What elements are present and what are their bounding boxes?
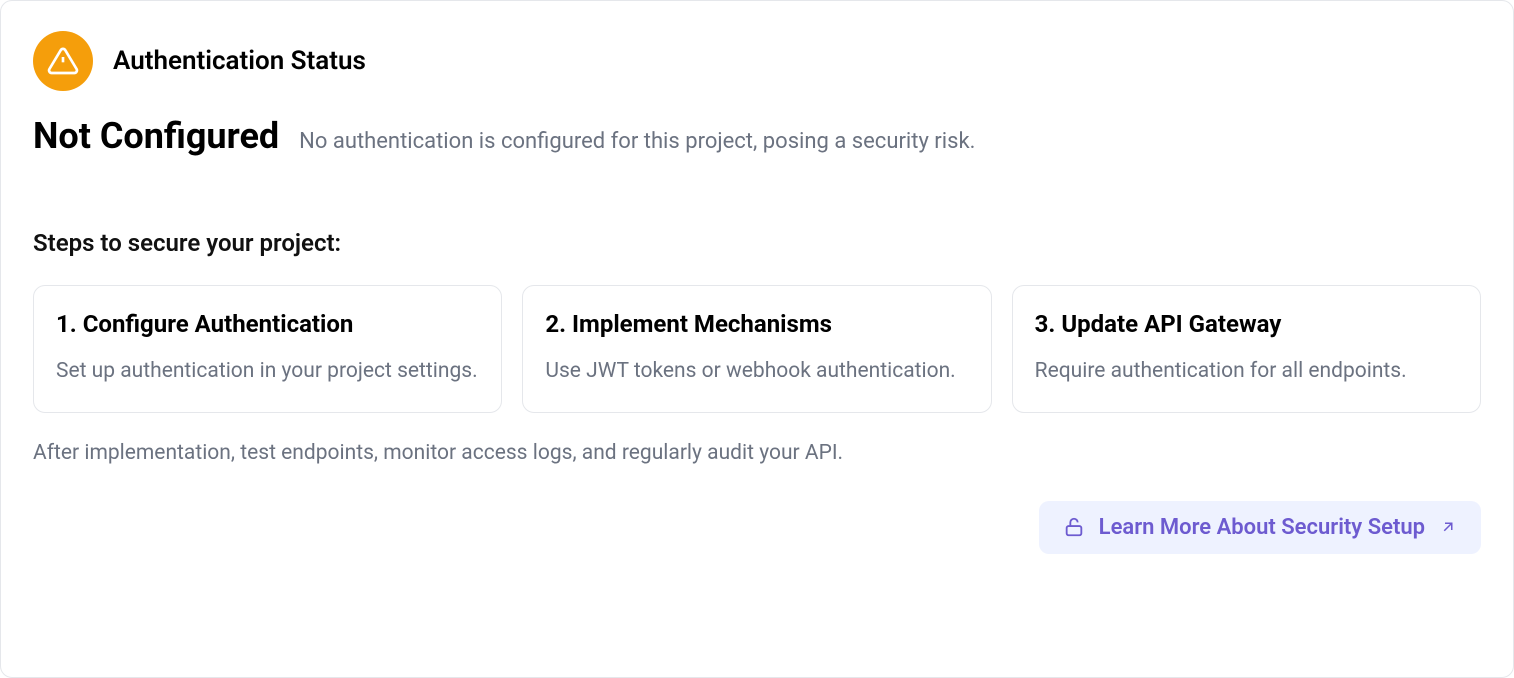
lock-icon [1063, 516, 1085, 538]
step-description: Require authentication for all endpoints… [1035, 356, 1458, 388]
status-label: Not Configured [33, 115, 279, 157]
action-row: Learn More About Security Setup [33, 501, 1481, 554]
step-card: 2. Implement Mechanisms Use JWT tokens o… [522, 285, 991, 413]
steps-title: Steps to secure your project: [33, 229, 1481, 257]
alert-icon-container [33, 31, 93, 91]
status-row: Not Configured No authentication is conf… [33, 115, 1481, 157]
card-header: Authentication Status [33, 31, 1481, 91]
auth-status-card: Authentication Status Not Configured No … [0, 0, 1514, 678]
steps-grid: 1. Configure Authentication Set up authe… [33, 285, 1481, 413]
step-title: 2. Implement Mechanisms [545, 310, 968, 338]
step-title: 3. Update API Gateway [1035, 310, 1458, 338]
step-card: 3. Update API Gateway Require authentica… [1012, 285, 1481, 413]
step-description: Set up authentication in your project se… [56, 356, 479, 388]
learn-more-button[interactable]: Learn More About Security Setup [1039, 501, 1481, 554]
alert-triangle-icon [47, 45, 79, 77]
footer-text: After implementation, test endpoints, mo… [33, 441, 1481, 465]
step-description: Use JWT tokens or webhook authentication… [545, 356, 968, 388]
arrow-up-right-icon [1439, 518, 1457, 536]
card-title: Authentication Status [113, 46, 366, 76]
step-card: 1. Configure Authentication Set up authe… [33, 285, 502, 413]
status-description: No authentication is configured for this… [299, 129, 975, 154]
step-title: 1. Configure Authentication [56, 310, 479, 338]
learn-more-label: Learn More About Security Setup [1099, 515, 1425, 540]
